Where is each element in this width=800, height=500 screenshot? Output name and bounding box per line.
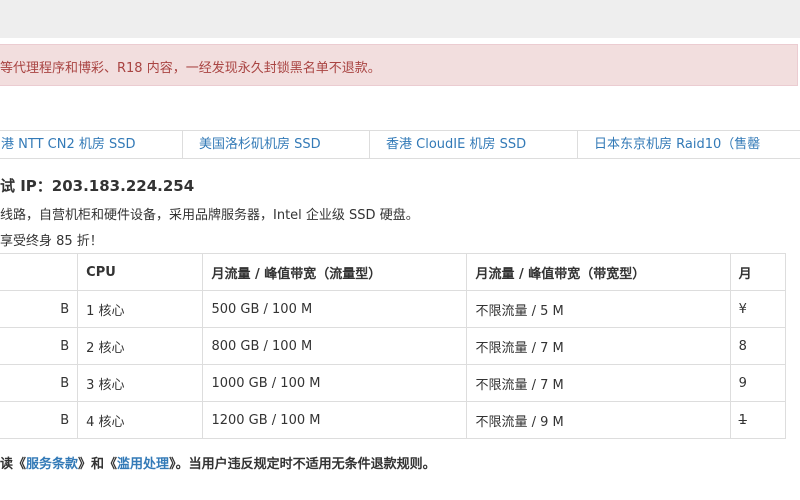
cell-bandwidth: 不限流量 / 9 M bbox=[466, 401, 731, 439]
cell-cpu: 4 核心 bbox=[77, 401, 204, 439]
cell-bandwidth: 不限流量 / 5 M bbox=[466, 290, 731, 328]
cell-price: 1 bbox=[729, 401, 787, 439]
tab-hk-ntt-cn2[interactable]: 港 NTT CN2 机房 SSD bbox=[0, 130, 183, 158]
cell-traffic: 1200 GB / 100 M bbox=[202, 401, 468, 439]
cell-price: 8 bbox=[729, 327, 787, 365]
tab-hk-cloudie[interactable]: 香港 CloudIE 机房 SSD bbox=[369, 130, 578, 158]
header-memory bbox=[0, 253, 79, 291]
cell-price: 9 bbox=[729, 364, 787, 402]
warning-alert: 等代理程序和博彩、R18 内容，一经发现永久封锁黑名单不退款。 bbox=[0, 44, 798, 86]
refund-policy-notice: 读《服务条款》和《滥用处理》。当用户违反规定时不适用无条件退款规则。 bbox=[0, 453, 436, 472]
terms-of-service-link[interactable]: 服务条款 bbox=[26, 457, 78, 472]
tab-jp-tokyo[interactable]: 日本东京机房 Raid10（售罄 bbox=[577, 130, 800, 158]
cell-traffic: 1000 GB / 100 M bbox=[202, 364, 468, 402]
table-row: B 1 核心 500 GB / 100 M 不限流量 / 5 M ¥ bbox=[0, 290, 787, 328]
cell-cpu: 3 核心 bbox=[77, 364, 204, 402]
cell-price: ¥ bbox=[729, 290, 787, 328]
table-row: B 3 核心 1000 GB / 100 M 不限流量 / 7 M 9 bbox=[0, 364, 787, 402]
cell-traffic: 800 GB / 100 M bbox=[202, 327, 468, 365]
table-row: B 4 核心 1200 GB / 100 M 不限流量 / 9 M 1 bbox=[0, 401, 787, 439]
notice-suffix: 》。当用户违反规定时不适用无条件退款规则。 bbox=[169, 457, 436, 472]
cell-traffic: 500 GB / 100 M bbox=[202, 290, 468, 328]
cell-memory: B bbox=[0, 364, 79, 402]
header-monthly-price: 月 bbox=[729, 253, 787, 291]
abuse-handling-link[interactable]: 滥用处理 bbox=[117, 457, 169, 472]
datacenter-description: 线路，自营机柜和硬件设备，采用品牌服务器，Intel 企业级 SSD 硬盘。 bbox=[0, 208, 419, 223]
page: 等代理程序和博彩、R18 内容，一经发现永久封锁黑名单不退款。 港 NTT CN… bbox=[0, 0, 800, 500]
cell-memory: B bbox=[0, 327, 79, 365]
tab-label: 日本东京机房 Raid10（售罄 bbox=[594, 137, 761, 152]
tab-label: 香港 CloudIE 机房 SSD bbox=[386, 137, 527, 152]
cell-memory: B bbox=[0, 401, 79, 439]
cell-bandwidth: 不限流量 / 7 M bbox=[466, 364, 731, 402]
cell-cpu: 2 核心 bbox=[77, 327, 204, 365]
top-bar bbox=[0, 0, 800, 38]
alert-text: 等代理程序和博彩、R18 内容，一经发现永久封锁黑名单不退款。 bbox=[0, 61, 381, 76]
table-header-row: CPU 月流量 / 峰值带宽（流量型） 月流量 / 峰值带宽（带宽型） 月 bbox=[0, 253, 787, 291]
tab-label: 港 NTT CN2 机房 SSD bbox=[1, 137, 136, 152]
header-bandwidth-plan: 月流量 / 峰值带宽（带宽型） bbox=[466, 253, 731, 291]
promo-text: 享受终身 85 折！ bbox=[0, 234, 103, 249]
tab-us-los-angeles[interactable]: 美国洛杉矶机房 SSD bbox=[182, 130, 370, 158]
notice-prefix: 读《 bbox=[0, 457, 27, 472]
test-ip-heading: 试 IP：203.183.224.254 bbox=[0, 177, 195, 195]
datacenter-tabs: 港 NTT CN2 机房 SSD 美国洛杉矶机房 SSD 香港 CloudIE … bbox=[0, 130, 800, 159]
header-cpu: CPU bbox=[77, 253, 204, 291]
header-traffic-plan: 月流量 / 峰值带宽（流量型） bbox=[202, 253, 468, 291]
tab-label: 美国洛杉矶机房 SSD bbox=[199, 137, 321, 152]
cell-cpu: 1 核心 bbox=[77, 290, 204, 328]
notice-middle: 》和《 bbox=[78, 457, 118, 472]
cell-bandwidth: 不限流量 / 7 M bbox=[466, 327, 731, 365]
cell-memory: B bbox=[0, 290, 79, 328]
table-row: B 2 核心 800 GB / 100 M 不限流量 / 7 M 8 bbox=[0, 327, 787, 365]
plans-table: CPU 月流量 / 峰值带宽（流量型） 月流量 / 峰值带宽（带宽型） 月 B … bbox=[0, 253, 787, 439]
